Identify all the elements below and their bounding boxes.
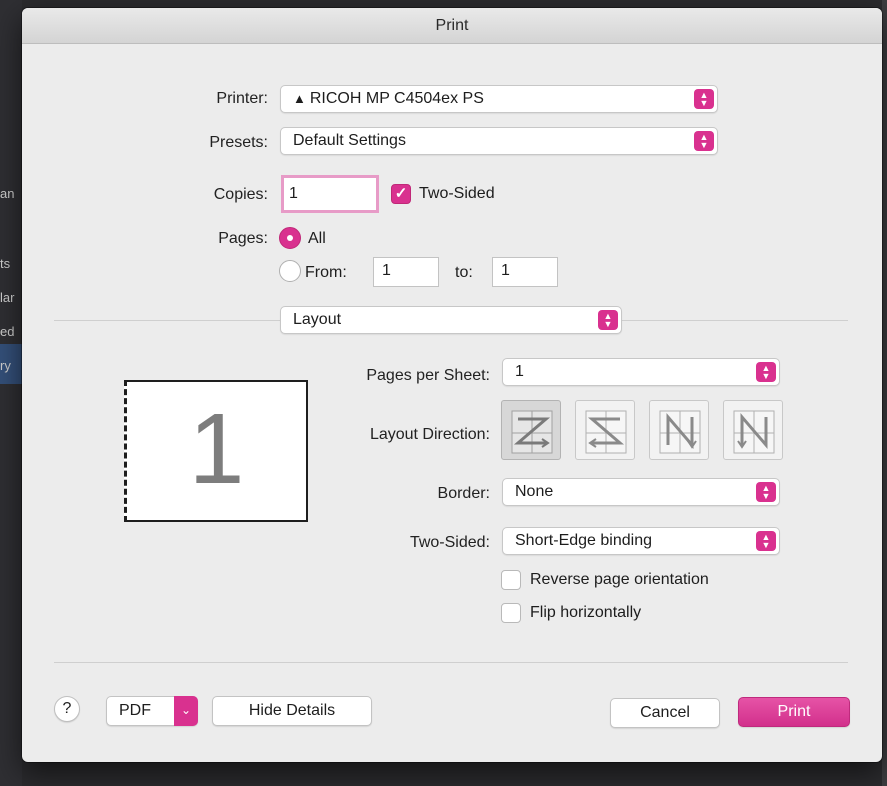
pdf-menu-button[interactable]: PDF ⌄ bbox=[106, 696, 198, 726]
layout-direction-reverse-z-button[interactable] bbox=[575, 400, 635, 460]
chevron-up-down-icon: ▲ ▼ bbox=[598, 310, 618, 330]
background-window bbox=[0, 0, 22, 786]
flip-horizontally-label: Flip horizontally bbox=[530, 604, 642, 621]
preview-page-number: 1 bbox=[188, 393, 245, 505]
printer-value: RICOH MP C4504ex PS bbox=[309, 90, 484, 107]
reverse-orientation-checkbox[interactable] bbox=[501, 570, 521, 590]
page-preview: 1 bbox=[124, 380, 308, 522]
presets-popup[interactable]: Default Settings ▲ ▼ bbox=[280, 127, 718, 155]
pages-all-label: All bbox=[308, 230, 326, 247]
two-sided-checkbox[interactable]: ✓ bbox=[391, 184, 411, 204]
pages-from-radio[interactable] bbox=[279, 260, 301, 282]
pages-from-field[interactable]: 1 bbox=[373, 257, 439, 287]
print-dialog: Print Printer: ▲ RICOH MP C4504ex PS ▲ ▼ P… bbox=[22, 8, 882, 762]
pages-all-radio[interactable] bbox=[279, 227, 301, 249]
pages-label: Pages: bbox=[218, 230, 268, 247]
layout-direction-label: Layout Direction: bbox=[369, 426, 490, 443]
two-sided-binding-value: Short-Edge binding bbox=[515, 532, 652, 549]
flip-horizontally-checkbox[interactable] bbox=[501, 603, 521, 623]
dialog-title: Print bbox=[22, 8, 882, 44]
border-value: None bbox=[515, 483, 554, 500]
pages-from-label: From: bbox=[305, 264, 347, 281]
chevron-up-down-icon: ▲ ▼ bbox=[694, 131, 714, 151]
background-text: ed bbox=[0, 324, 15, 339]
copies-field[interactable]: 1 bbox=[281, 175, 379, 213]
layout-direction-n-button[interactable] bbox=[723, 400, 783, 460]
pages-per-sheet-value: 1 bbox=[515, 363, 524, 380]
border-label: Border: bbox=[437, 485, 490, 502]
two-sided-checkbox-label: Two-Sided bbox=[419, 185, 495, 202]
layout-direction-n-reversed-button[interactable] bbox=[649, 400, 709, 460]
background-text: lar bbox=[0, 290, 15, 305]
chevron-up-down-icon: ▲ ▼ bbox=[756, 482, 776, 502]
pdf-label: PDF bbox=[119, 702, 151, 719]
two-sided-binding-popup[interactable]: Short-Edge binding ▲ ▼ bbox=[502, 527, 780, 555]
section-popup-value: Layout bbox=[293, 311, 342, 328]
pages-to-field[interactable]: 1 bbox=[492, 257, 558, 287]
cancel-button[interactable]: Cancel bbox=[610, 698, 720, 728]
hide-details-button[interactable]: Hide Details bbox=[212, 696, 372, 726]
footer-divider bbox=[54, 662, 848, 663]
pages-to-label: to: bbox=[455, 264, 473, 281]
section-popup[interactable]: Layout ▲ ▼ bbox=[280, 306, 622, 334]
chevron-up-down-icon: ▲ ▼ bbox=[756, 531, 776, 551]
n-direction-icon bbox=[733, 410, 775, 454]
background-text: ts bbox=[0, 256, 11, 271]
warning-icon: ▲ bbox=[293, 91, 306, 106]
chevron-down-icon: ⌄ bbox=[174, 696, 198, 726]
print-button[interactable]: Print bbox=[738, 697, 850, 727]
help-button[interactable]: ? bbox=[54, 696, 80, 722]
n-reversed-direction-icon bbox=[659, 410, 701, 454]
layout-direction-z-button[interactable] bbox=[501, 400, 561, 460]
reverse-z-direction-icon bbox=[585, 410, 627, 454]
z-direction-icon bbox=[511, 410, 553, 454]
pages-per-sheet-label: Pages per Sheet: bbox=[366, 367, 490, 384]
two-sided-binding-label: Two-Sided: bbox=[409, 534, 490, 551]
copies-label: Copies: bbox=[213, 186, 268, 203]
reverse-orientation-label: Reverse page orientation bbox=[530, 571, 709, 588]
pages-per-sheet-popup[interactable]: 1 ▲ ▼ bbox=[502, 358, 780, 386]
background-window-right bbox=[882, 0, 887, 786]
background-text: an bbox=[0, 186, 15, 201]
presets-value: Default Settings bbox=[293, 132, 406, 149]
presets-label: Presets: bbox=[209, 134, 268, 151]
chevron-up-down-icon: ▲ ▼ bbox=[694, 89, 714, 109]
background-text: ry bbox=[0, 358, 11, 373]
chevron-up-down-icon: ▲ ▼ bbox=[756, 362, 776, 382]
printer-popup[interactable]: ▲ RICOH MP C4504ex PS ▲ ▼ bbox=[280, 85, 718, 113]
printer-label: Printer: bbox=[216, 90, 268, 107]
border-popup[interactable]: None ▲ ▼ bbox=[502, 478, 780, 506]
